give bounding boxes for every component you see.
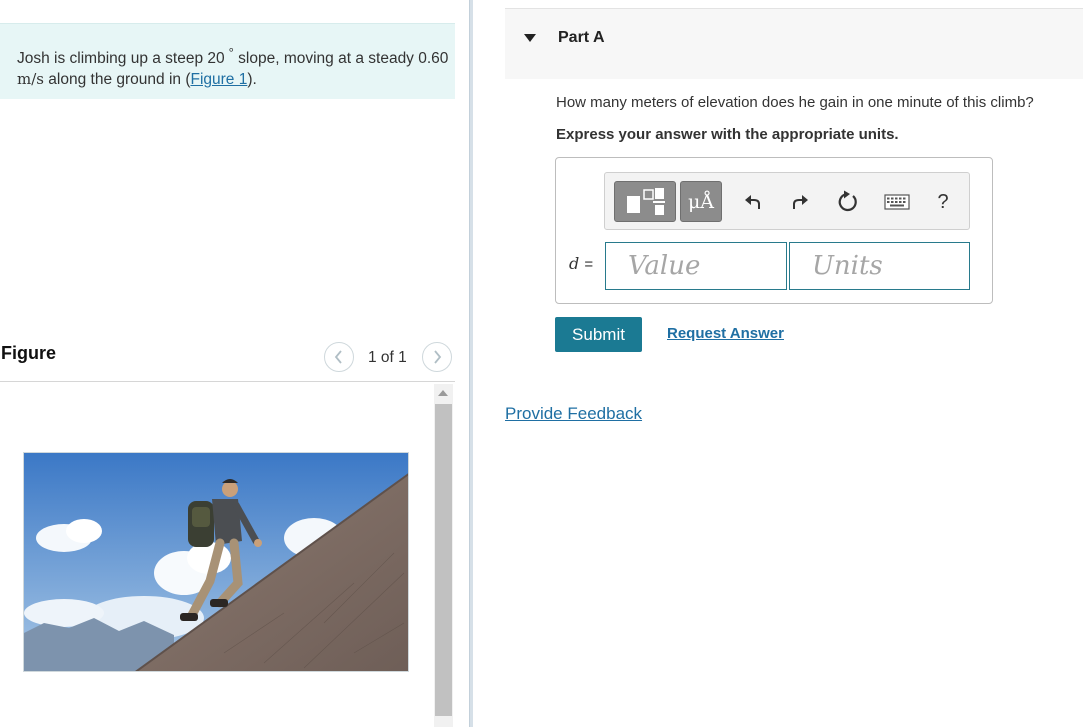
figure-link[interactable]: Figure 1: [190, 71, 247, 88]
scroll-up-arrow-icon[interactable]: [438, 390, 448, 396]
caret-down-icon[interactable]: [524, 34, 536, 42]
answer-variable: d: [569, 254, 580, 273]
chevron-right-icon: [434, 350, 442, 364]
help-button[interactable]: ?: [926, 185, 960, 219]
problem-text-end: ).: [247, 71, 257, 89]
reset-icon: [838, 190, 857, 212]
figure-counter: 1 of 1: [368, 349, 407, 366]
units-button[interactable]: μÅ: [680, 181, 722, 222]
keyboard-icon: [884, 194, 910, 210]
keyboard-button[interactable]: [878, 185, 916, 219]
provide-feedback-link[interactable]: Provide Feedback: [505, 404, 642, 424]
left-panel: Josh is climbing up a steep 20 ° slope, m…: [0, 0, 470, 727]
undo-icon: [745, 195, 760, 209]
figure-image: [23, 452, 409, 672]
equals-sign: =: [584, 256, 594, 273]
templates-button[interactable]: [614, 181, 676, 222]
figure-next-button[interactable]: [422, 342, 452, 372]
answer-variable-label: d =: [569, 254, 593, 273]
units-input[interactable]: [789, 242, 970, 290]
math-toolbar: μÅ ?: [604, 172, 970, 230]
panel-divider[interactable]: [469, 0, 473, 727]
part-title: Part A: [558, 29, 605, 46]
problem-text-after: along the ground in (: [43, 71, 191, 89]
templates-icon: [627, 187, 665, 215]
problem-statement: Josh is climbing up a steep 20 ° slope, m…: [0, 23, 455, 99]
scroll-thumb[interactable]: [435, 404, 452, 716]
part-header[interactable]: Part A: [505, 8, 1083, 79]
problem-text-middle: slope, moving at a steady 0.60: [233, 50, 449, 68]
request-answer-link[interactable]: Request Answer: [667, 325, 784, 342]
submit-button[interactable]: Submit: [555, 317, 642, 352]
question-text: How many meters of elevation does he gai…: [556, 94, 1034, 111]
value-input[interactable]: [605, 242, 787, 290]
figure-scrollbar[interactable]: [434, 384, 453, 727]
redo-button[interactable]: [783, 185, 817, 219]
figure-header: Figure 1 of 1: [0, 336, 455, 382]
reset-button[interactable]: [831, 185, 865, 219]
figure-prev-button[interactable]: [324, 342, 354, 372]
figure-title: Figure: [1, 343, 57, 363]
undo-button[interactable]: [736, 185, 770, 219]
chevron-left-icon: [334, 350, 342, 364]
answer-box: μÅ ? d = Value Units: [555, 157, 993, 304]
problem-text-before: Josh is climbing up a steep 20: [17, 50, 225, 68]
redo-icon: [793, 195, 808, 209]
hiker-on-slope-illustration: [24, 453, 408, 671]
instruction-text: Express your answer with the appropriate…: [556, 126, 899, 143]
speed-units: m/s: [17, 70, 44, 89]
